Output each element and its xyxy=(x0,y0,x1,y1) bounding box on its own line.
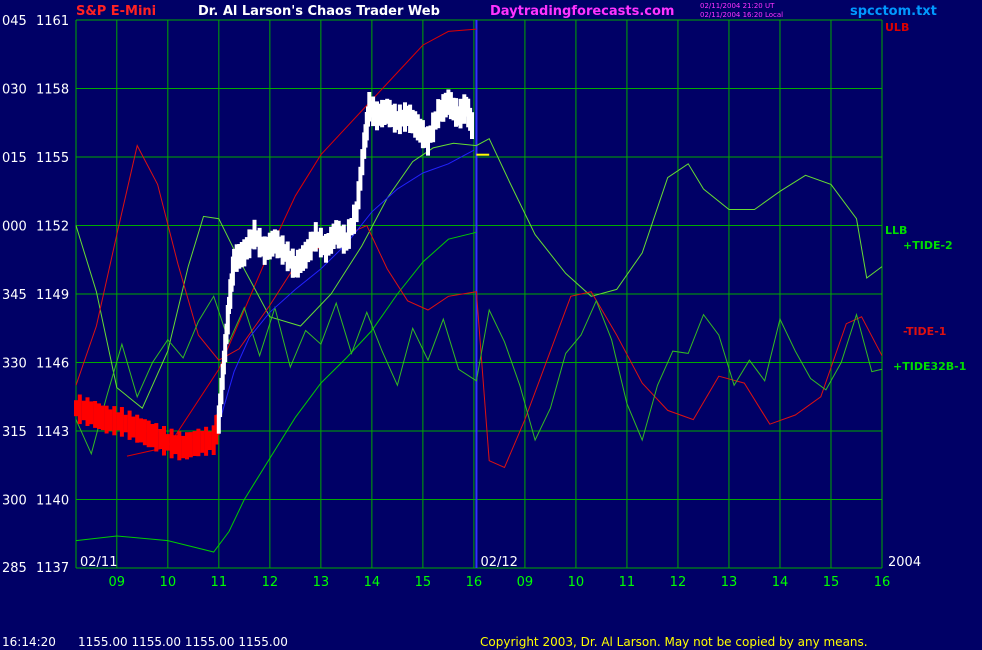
price-bar xyxy=(150,424,155,448)
price-bar xyxy=(181,435,186,459)
tide32b-label: +TIDE32B-1 xyxy=(893,360,966,373)
tide2-label: +TIDE-2 xyxy=(903,239,953,252)
price-bar xyxy=(127,410,132,440)
llb-label: LLB xyxy=(885,224,907,237)
y-tick-code: 345 xyxy=(2,288,27,303)
x-tick-label: 11 xyxy=(619,575,636,590)
y-tick-code: 330 xyxy=(2,357,27,372)
price-bar xyxy=(196,428,201,457)
price-bar xyxy=(85,397,90,426)
timestamp-local: 02/11/2004 16:20 Local xyxy=(700,11,783,19)
price-bar xyxy=(139,418,143,443)
x-tick-label: 11 xyxy=(211,575,228,590)
price-bar xyxy=(188,432,193,458)
x-tick-label: 16 xyxy=(466,575,483,590)
y-tick-code: 000 xyxy=(2,220,27,235)
y-tick-code: 315 xyxy=(2,425,27,440)
price-bar xyxy=(165,434,170,451)
y-tick-code: 030 xyxy=(2,83,27,98)
footer-quote: 1155.00 1155.00 1155.00 1155.00 xyxy=(78,635,288,649)
price-bar xyxy=(100,405,105,431)
price-bar xyxy=(173,435,178,455)
x-tick-label: 14 xyxy=(772,575,789,590)
x-tick-label: 09 xyxy=(517,575,534,590)
ulb-label: ULB xyxy=(885,21,909,34)
price-bar xyxy=(158,429,163,449)
x-tick-label: 13 xyxy=(313,575,330,590)
y-tick-code: 045 xyxy=(2,14,27,29)
price-bar xyxy=(162,426,166,456)
price-bar xyxy=(207,431,212,450)
y-tick-code: 285 xyxy=(2,561,27,576)
price-bar xyxy=(108,409,113,431)
price-bar xyxy=(192,431,197,456)
chart-background xyxy=(0,0,982,650)
price-bar xyxy=(112,406,117,436)
price-bar xyxy=(81,400,86,421)
price-bar xyxy=(142,419,147,446)
price-bar xyxy=(74,400,78,417)
price-bar xyxy=(470,112,474,139)
price-bar xyxy=(131,416,136,438)
day-label: 02/11 xyxy=(80,555,117,570)
chart-title: Dr. Al Larson's Chaos Trader Web xyxy=(198,4,440,19)
y-tick-price: 1149 xyxy=(36,288,69,303)
price-bar xyxy=(154,423,159,452)
price-bar xyxy=(204,426,209,456)
price-bar xyxy=(185,432,189,460)
price-bar xyxy=(77,394,82,425)
price-bar xyxy=(97,403,101,429)
price-bar xyxy=(146,420,151,448)
day-label: 02/12 xyxy=(480,555,517,570)
y-tick-price: 1155 xyxy=(36,151,69,166)
y-tick-price: 1137 xyxy=(36,561,69,576)
day-label: 2004 xyxy=(888,555,921,570)
price-bar xyxy=(89,401,94,425)
data-file-name: spcctom.txt xyxy=(850,4,937,19)
y-tick-price: 1143 xyxy=(36,425,69,440)
y-tick-price: 1152 xyxy=(36,220,69,235)
x-tick-label: 09 xyxy=(109,575,126,590)
x-tick-label: 15 xyxy=(415,575,432,590)
price-bar xyxy=(123,414,128,433)
price-bar xyxy=(169,428,174,459)
y-tick-price: 1140 xyxy=(36,494,69,509)
x-tick-label: 10 xyxy=(160,575,177,590)
footer-time: 16:14:20 xyxy=(2,635,56,649)
price-bar xyxy=(177,431,182,461)
chaos-trader-chart: 045 1161 030 1158 015 1155 000 1152 345 1149 330 11… xyxy=(0,0,982,650)
price-bar xyxy=(119,407,124,437)
price-bar xyxy=(200,430,205,453)
x-tick-label: 15 xyxy=(823,575,840,590)
site-name: Daytradingforecasts.com xyxy=(490,4,674,19)
x-tick-label: 12 xyxy=(262,575,279,590)
footer-copyright: Copyright 2003, Dr. Al Larson. May not b… xyxy=(480,635,868,649)
symbol-title: S&P E-Mini xyxy=(76,4,156,19)
y-tick-code: 300 xyxy=(2,494,27,509)
x-tick-label: 12 xyxy=(670,575,687,590)
price-bar xyxy=(104,405,109,434)
price-bar xyxy=(116,412,121,431)
price-bar xyxy=(93,401,98,428)
x-tick-label: 13 xyxy=(721,575,738,590)
x-tick-label: 10 xyxy=(568,575,585,590)
x-tick-label: 16 xyxy=(874,575,891,590)
y-tick-price: 1146 xyxy=(36,357,69,372)
y-tick-price: 1158 xyxy=(36,83,69,98)
y-tick-price: 1161 xyxy=(36,14,69,29)
x-tick-label: 14 xyxy=(364,575,381,590)
price-bar xyxy=(135,414,140,443)
y-tick-code: 015 xyxy=(2,151,27,166)
tide1-label: -TIDE-1 xyxy=(903,325,946,338)
timestamp-ut: 02/11/2004 21:20 UT xyxy=(700,2,775,10)
